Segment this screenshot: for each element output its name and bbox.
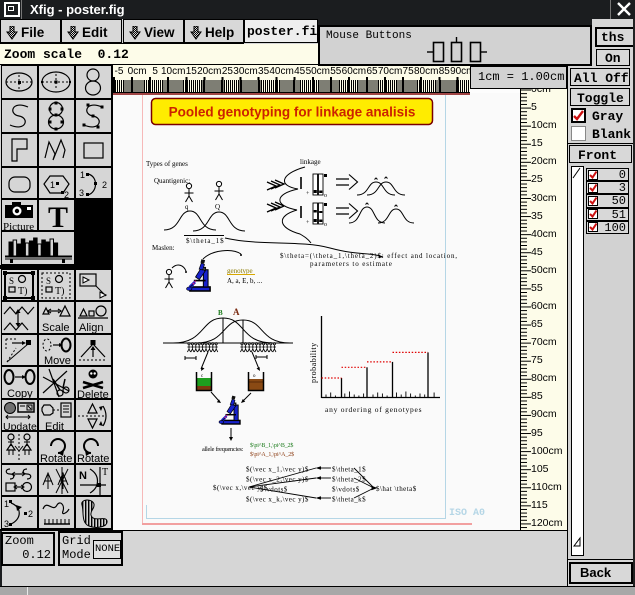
svg-text:$\theta_1$: $\theta_1$ <box>332 466 366 474</box>
svg-text:$(\vec x_2,\vec y)$: $(\vec x_2,\vec y)$ <box>246 476 309 484</box>
svg-text:Pooled genotyping for linkage: Pooled genotyping for linkage analisis <box>169 105 416 120</box>
svg-text:$(\vec x_k,\vec y)$: $(\vec x_k,\vec y)$ <box>246 496 309 504</box>
svg-text:N: N <box>79 470 87 482</box>
svg-text:o: o <box>324 222 327 228</box>
svg-text:Delete: Delete <box>77 389 109 399</box>
svg-text:S: S <box>46 276 51 286</box>
svg-text:Q: Q <box>215 203 220 211</box>
svg-text:$\vdots$: $\vdots$ <box>332 486 360 494</box>
svg-text:Types of genes: Types of genes <box>146 160 188 168</box>
svg-text:$\pi^A_1,\pi^A_2$: $\pi^A_1,\pi^A_2$ <box>250 451 294 458</box>
svg-text:probability: probability <box>309 342 318 383</box>
svg-text:1: 1 <box>80 170 85 180</box>
svg-text:A: A <box>233 307 240 317</box>
svg-text:allele frequencies:: allele frequencies: <box>202 446 244 453</box>
svg-text:Quantigenic:: Quantigenic: <box>154 177 190 185</box>
svg-text:Align: Align <box>79 322 103 334</box>
svg-text:$\theta_2$: $\theta_2$ <box>332 476 366 484</box>
svg-text:T: T <box>102 467 108 478</box>
svg-text:o: o <box>253 374 256 379</box>
svg-text:1: 1 <box>50 180 55 190</box>
svg-text:S: S <box>9 276 14 286</box>
svg-text:3: 3 <box>79 188 84 198</box>
svg-text:T): T) <box>55 286 64 297</box>
svg-text:linkage: linkage <box>300 158 321 166</box>
svg-text:genotype: genotype <box>227 267 253 275</box>
svg-text:Rotate: Rotate <box>77 453 109 464</box>
svg-text:A, a, E, b, ...: A, a, E, b, ... <box>227 277 262 285</box>
svg-text:T: T <box>48 201 68 232</box>
svg-text:+: + <box>306 220 310 226</box>
svg-text:1: 1 <box>4 499 9 509</box>
svg-text:q: q <box>185 203 189 211</box>
svg-text:2: 2 <box>102 180 107 190</box>
svg-text:Rotate: Rotate <box>40 453 72 464</box>
svg-text:$\theta=(\theta_1,\theta_2)$:: $\theta=(\theta_1,\theta_2)$: effect and… <box>280 252 458 260</box>
svg-text:$\theta_1$: $\theta_1$ <box>186 237 225 245</box>
svg-text:Copy: Copy <box>7 388 33 399</box>
svg-text:parameters to estimate: parameters to estimate <box>310 260 393 268</box>
svg-text:$\pi^B_1,\pi^B_2$: $\pi^B_1,\pi^B_2$ <box>250 442 293 449</box>
svg-text:2: 2 <box>28 509 33 519</box>
svg-text:T): T) <box>18 286 27 297</box>
svg-text:+: + <box>306 191 310 197</box>
svg-text:o: o <box>324 193 327 199</box>
svg-text:$\theta_k$: $\theta_k$ <box>332 496 366 504</box>
svg-text:B: B <box>218 309 223 317</box>
svg-text:Maslen:: Maslen: <box>152 244 175 252</box>
svg-text:3: 3 <box>4 519 9 529</box>
svg-text:Scale: Scale <box>42 322 70 334</box>
svg-text:$\hat \theta$: $\hat \theta$ <box>376 485 417 493</box>
svg-text:any ordering of genotypes: any ordering of genotypes <box>325 405 422 414</box>
